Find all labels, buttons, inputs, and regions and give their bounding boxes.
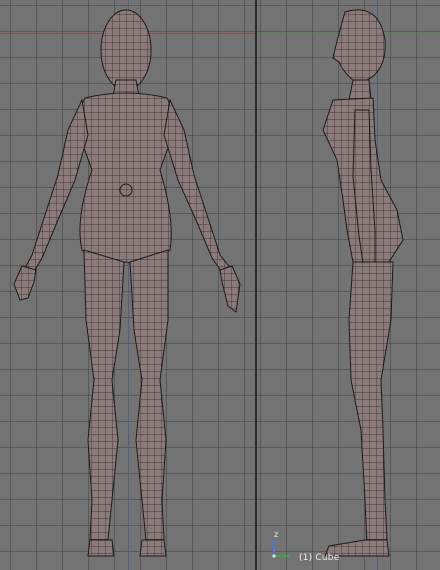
- front-viewport[interactable]: [0, 0, 255, 570]
- blender-window: z (1) Cube: [0, 0, 440, 570]
- object-label: (1) Cube: [299, 553, 340, 563]
- gizmo-z-label: z: [274, 530, 279, 539]
- side-viewport[interactable]: [257, 0, 440, 570]
- axis-gizmo-icon: [272, 540, 290, 558]
- side-mesh[interactable]: [257, 0, 440, 570]
- front-mesh[interactable]: [0, 0, 255, 570]
